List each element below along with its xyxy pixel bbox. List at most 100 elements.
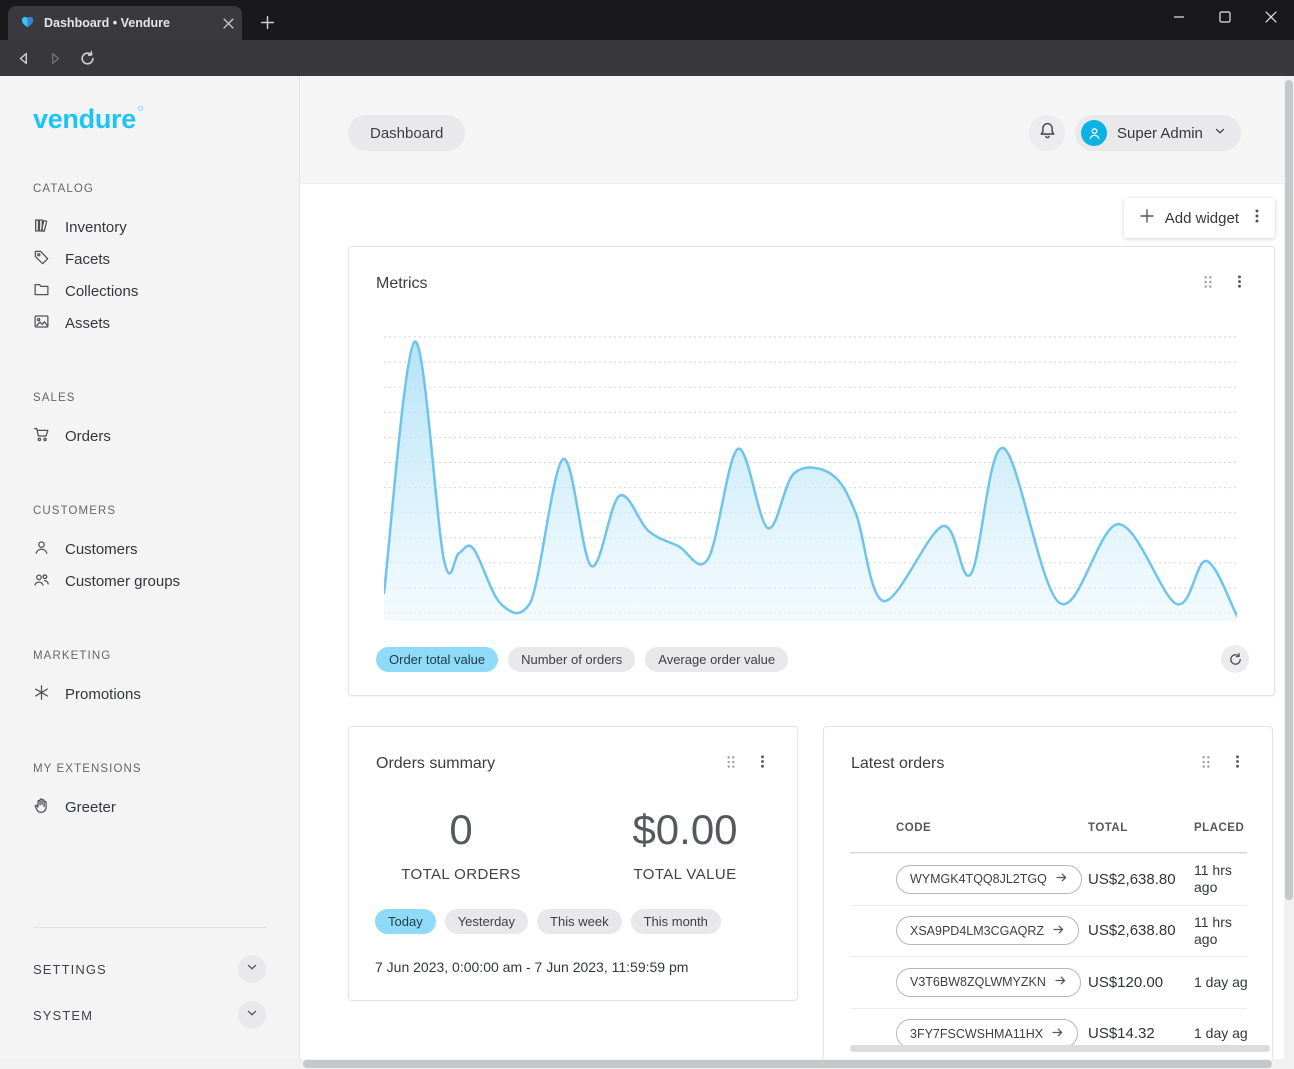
- kebab-menu-icon[interactable]: [1232, 274, 1247, 294]
- order-placed-at: 1 day ago: [1194, 1025, 1247, 1042]
- summary-chip-this-week[interactable]: This week: [537, 909, 622, 934]
- tag-icon: [33, 249, 50, 270]
- horizontal-scroll-thumb[interactable]: [303, 1060, 1272, 1068]
- sidebar-section-my-extensions: MY EXTENSIONS Greeter: [0, 763, 299, 823]
- sidebar-group-settings[interactable]: SETTINGS: [0, 953, 299, 985]
- sidebar-section-label: CATALOG: [0, 183, 299, 199]
- bell-icon: [1038, 121, 1057, 145]
- order-code-link[interactable]: WYMGK4TQQ8JL2TGQ: [896, 865, 1082, 894]
- sidebar-collapsed-sections: SETTINGS SYSTEM: [0, 953, 299, 1031]
- sidebar-item-customer-groups[interactable]: Customer groups: [0, 565, 299, 597]
- forward-icon[interactable]: [41, 44, 69, 72]
- user-name: Super Admin: [1117, 125, 1203, 142]
- main-area: Dashboard Super Admin: [300, 76, 1294, 1069]
- sidebar-item-assets[interactable]: Assets: [0, 307, 299, 339]
- add-widget-button[interactable]: Add widget: [1124, 198, 1275, 238]
- summary-chip-today[interactable]: Today: [375, 909, 436, 934]
- metric-chip-order-total-value[interactable]: Order total value: [376, 647, 498, 672]
- sidebar-item-facets[interactable]: Facets: [0, 243, 299, 275]
- order-placed-at: 1 day ago: [1194, 974, 1247, 991]
- card-horizontal-scrollbar[interactable]: [850, 1045, 1270, 1052]
- order-placed-at: 11 hrsago: [1194, 862, 1247, 896]
- vendure-favicon-icon: [20, 14, 35, 32]
- arrow-right-icon: [1051, 1026, 1064, 1042]
- page-vertical-scrollbar[interactable]: [1284, 76, 1294, 1059]
- breadcrumb[interactable]: Dashboard: [348, 115, 465, 151]
- sidebar-section-label: MY EXTENSIONS: [0, 763, 299, 779]
- page-horizontal-scrollbar[interactable]: [0, 1059, 1294, 1069]
- vendure-logo[interactable]: vendure: [33, 104, 299, 134]
- summary-chip-this-month[interactable]: This month: [631, 909, 721, 934]
- sidebar-section-catalog: CATALOG InventoryFacets Collections Assets: [0, 183, 299, 339]
- sidebar-item-collections[interactable]: Collections: [0, 275, 299, 307]
- sidebar-nav: CATALOG InventoryFacets Collections Assets S…: [0, 183, 299, 823]
- sidebar-section-label: MARKETING: [0, 650, 299, 666]
- kebab-menu-icon[interactable]: [1230, 754, 1245, 774]
- metrics-chip-row: Order total value Number of orders Average…: [376, 645, 1249, 673]
- kebab-menu-icon[interactable]: [1249, 208, 1265, 228]
- latest-orders-table: CODETOTALPLACED ATWYMGK4TQQ8JL2TGQUS$2,6…: [850, 817, 1247, 1059]
- chevron-down-icon: [245, 960, 259, 979]
- metric-chip-average-order-value[interactable]: Average order value: [645, 647, 788, 672]
- sidebar-group-system[interactable]: SYSTEM: [0, 999, 299, 1031]
- summary-stats: 0TOTAL ORDERS$0.00 TOTAL VALUE: [349, 805, 797, 883]
- expand-button[interactable]: [238, 955, 266, 983]
- sidebar-item-label: Customer groups: [65, 573, 180, 590]
- order-code-link[interactable]: V3T6BW8ZQLWMYZKN: [896, 968, 1081, 997]
- window-minimize-icon[interactable]: [1156, 0, 1202, 34]
- stat-label: TOTAL VALUE: [573, 866, 797, 883]
- dashboard-content: Add widget Metrics: [300, 184, 1294, 1059]
- sidebar-item-inventory[interactable]: Inventory: [0, 211, 299, 243]
- metrics-widget: Metrics Order total valueNumber of order…: [348, 246, 1275, 696]
- sidebar-group-label: SYSTEM: [33, 1008, 93, 1023]
- kebab-menu-icon[interactable]: [755, 754, 770, 774]
- expand-button[interactable]: [238, 1001, 266, 1029]
- drag-handle-icon[interactable]: [726, 755, 736, 774]
- order-code: V3T6BW8ZQLWMYZKN: [910, 975, 1046, 989]
- table-row: V3T6BW8ZQLWMYZKNUS$120.001 day ago: [850, 956, 1247, 1008]
- folder-icon: [33, 281, 50, 302]
- order-code-link[interactable]: 3FY7FSCWSHMA11HX: [896, 1019, 1078, 1048]
- stat-total-value: $0.00 TOTAL VALUE: [573, 805, 797, 883]
- drag-handle-icon[interactable]: [1203, 275, 1213, 294]
- summary-chip-yesterday[interactable]: Yesterday: [445, 909, 528, 934]
- browser-window: Dashboard • Vendure: [0, 0, 1294, 1069]
- stat-total-orders: 0TOTAL ORDERS: [349, 805, 573, 883]
- main-header: Dashboard Super Admin: [300, 76, 1294, 184]
- column-header-total: TOTAL: [1088, 822, 1194, 834]
- latest-orders-title: Latest orders: [851, 755, 944, 773]
- chevron-down-icon: [1213, 124, 1227, 143]
- order-code: 3FY7FSCWSHMA11HX: [910, 1027, 1043, 1041]
- order-total: US$2,638.80: [1088, 922, 1194, 939]
- order-code: XSA9PD4LM3CGAQRZ: [910, 924, 1044, 938]
- vertical-scroll-thumb[interactable]: [1285, 80, 1293, 900]
- sidebar-section-marketing: MARKETING Promotions: [0, 650, 299, 710]
- metric-chip-number-of-orders[interactable]: Number of orders: [508, 647, 635, 672]
- order-code-link[interactable]: XSA9PD4LM3CGAQRZ: [896, 916, 1079, 945]
- tab-close-icon[interactable]: [223, 18, 234, 29]
- notifications-button[interactable]: [1029, 115, 1065, 151]
- stat-value: $0.00: [573, 805, 797, 855]
- drag-handle-icon[interactable]: [1201, 755, 1211, 774]
- refresh-button[interactable]: [1221, 645, 1249, 673]
- sidebar-section-sales: SALESOrders: [0, 392, 299, 452]
- user-menu[interactable]: Super Admin: [1075, 115, 1241, 151]
- back-icon[interactable]: [9, 44, 37, 72]
- window-close-icon[interactable]: [1248, 0, 1294, 34]
- sidebar-item-greeter[interactable]: Greeter: [0, 791, 299, 823]
- sidebar-item-orders[interactable]: Orders: [0, 420, 299, 452]
- new-tab-button[interactable]: [254, 9, 280, 35]
- sidebar-item-label: Customers: [65, 541, 138, 558]
- sidebar-item-label: Collections: [65, 283, 138, 300]
- sidebar-item-promotions[interactable]: Promotions: [0, 678, 299, 710]
- reload-icon[interactable]: [73, 44, 101, 72]
- sidebar: vendure CATALOG InventoryFacets Collection…: [0, 76, 300, 1069]
- hand-icon: [33, 797, 50, 818]
- order-total: US$14.32: [1088, 1025, 1194, 1042]
- sidebar-item-label: Orders: [65, 428, 111, 445]
- snowflake-icon: [33, 684, 50, 705]
- window-maximize-icon[interactable]: [1202, 0, 1248, 34]
- browser-tab[interactable]: Dashboard • Vendure: [8, 6, 242, 40]
- table-row: WYMGK4TQQ8JL2TGQUS$2,638.8011 hrsago: [850, 853, 1247, 905]
- sidebar-item-customers[interactable]: Customers: [0, 533, 299, 565]
